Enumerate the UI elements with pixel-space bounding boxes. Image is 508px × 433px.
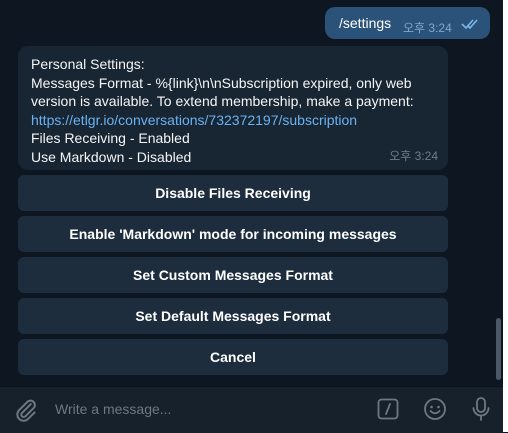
- double-check-icon: [461, 17, 481, 35]
- message-line-format: Messages Format - %{link}\n\nSubscriptio…: [31, 74, 412, 91]
- outgoing-message-text: /settings: [339, 15, 392, 31]
- incoming-message[interactable]: Personal Settings: Messages Format - %{l…: [18, 46, 448, 170]
- set-custom-format-button[interactable]: Set Custom Messages Format: [18, 257, 448, 293]
- smile-icon[interactable]: [423, 397, 447, 426]
- window-edge: [503, 0, 508, 432]
- message-line-markdown: Use Markdown - Disabled: [31, 148, 192, 165]
- message-input[interactable]: Write a message...: [55, 401, 171, 417]
- message-line-format-cont: version is available. To extend membersh…: [31, 93, 414, 109]
- scrollbar-thumb[interactable]: [496, 318, 501, 380]
- message-line-files: Files Receiving - Enabled: [31, 130, 190, 146]
- incoming-message-time: 오후 3:24: [389, 149, 438, 163]
- paperclip-icon[interactable]: [13, 397, 39, 428]
- enable-markdown-button[interactable]: Enable 'Markdown' mode for incoming mess…: [18, 216, 448, 252]
- outgoing-message[interactable]: /settings 오후 3:24: [325, 7, 490, 39]
- subscription-link[interactable]: https://etlgr.io/conversations/732372197…: [31, 111, 414, 130]
- cancel-button[interactable]: Cancel: [18, 339, 448, 375]
- slash-command-icon[interactable]: [377, 398, 399, 425]
- message-line-title: Personal Settings:: [31, 56, 145, 72]
- outgoing-message-time: 오후 3:24: [403, 21, 452, 35]
- disable-files-receiving-button[interactable]: Disable Files Receiving: [18, 175, 448, 211]
- microphone-icon[interactable]: [470, 396, 492, 427]
- chat-area: /settings 오후 3:24 Personal Settings: Mes…: [0, 0, 508, 386]
- message-composer: Write a message...: [0, 386, 503, 433]
- set-default-format-button[interactable]: Set Default Messages Format: [18, 298, 448, 334]
